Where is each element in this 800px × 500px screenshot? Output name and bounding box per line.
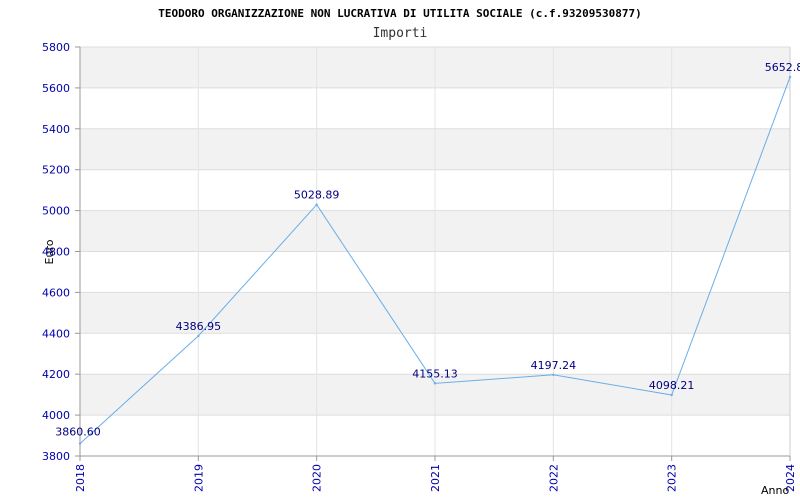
- y-tick-label: 4200: [42, 368, 70, 381]
- x-tick-label: 2023: [666, 464, 679, 492]
- data-point: [197, 334, 200, 338]
- data-point: [670, 393, 673, 397]
- data-label: 4197.24: [531, 359, 577, 372]
- y-tick-label: 5400: [42, 123, 70, 136]
- y-tick-label: 5600: [42, 82, 70, 95]
- data-point: [78, 442, 82, 445]
- y-axis-label: Euro: [43, 239, 56, 264]
- data-label: 5652.8: [765, 61, 800, 74]
- y-tick-label: 4600: [42, 286, 70, 299]
- data-label: 4155.13: [412, 367, 458, 380]
- x-tick-label: 2019: [192, 464, 205, 492]
- x-tick-labels: 2018 2019 2020 2021 2022 2023 2024: [74, 464, 797, 492]
- x-tick-label: 2018: [74, 464, 87, 492]
- data-point: [433, 382, 437, 385]
- y-tick-label: 5200: [42, 164, 70, 177]
- data-label: 4098.21: [649, 379, 695, 392]
- x-axis-label: Anno: [761, 484, 789, 497]
- x-tick-label: 2021: [429, 464, 442, 492]
- y-tick-label: 3800: [42, 450, 70, 463]
- data-label: 3860.60: [55, 426, 101, 439]
- y-tick-label: 5800: [42, 41, 70, 54]
- data-point: [788, 75, 792, 79]
- x-tick-label: 2020: [311, 464, 324, 492]
- data-point: [315, 203, 318, 206]
- x-tick-label: 2022: [547, 464, 560, 492]
- y-tick-label: 4400: [42, 327, 70, 340]
- data-label: 4386.95: [176, 320, 222, 333]
- y-tick-label: 4000: [42, 409, 70, 422]
- chart-subtitle: Importi: [373, 26, 428, 41]
- line-chart: TEODORO ORGANIZZAZIONE NON LUCRATIVA DI …: [42, 7, 800, 497]
- chart-title: TEODORO ORGANIZZAZIONE NON LUCRATIVA DI …: [158, 7, 641, 20]
- data-label: 5028.89: [294, 189, 340, 202]
- data-point: [552, 373, 555, 376]
- y-tick-label: 5000: [42, 205, 70, 218]
